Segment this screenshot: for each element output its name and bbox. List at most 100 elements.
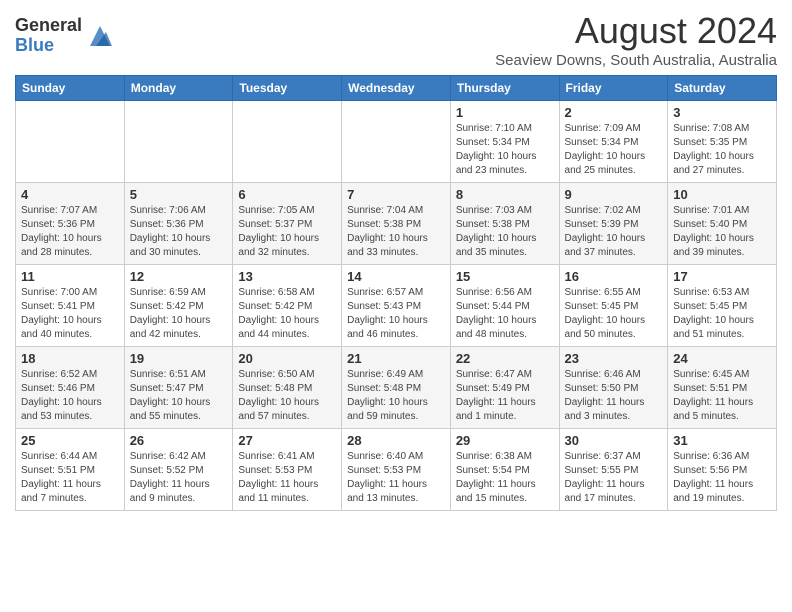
day-info: Sunrise: 6:44 AM Sunset: 5:51 PM Dayligh… (21, 450, 119, 506)
month-title: August 2024 (495, 10, 777, 52)
day-info: Sunrise: 7:01 AM Sunset: 5:40 PM Dayligh… (673, 204, 771, 260)
calendar-cell: 29 Sunrise: 6:38 AM Sunset: 5:54 PM Dayli… (450, 429, 559, 511)
calendar-cell: 15 Sunrise: 6:56 AM Sunset: 5:44 PM Dayli… (450, 265, 559, 347)
day-number: 25 (21, 433, 119, 448)
day-info: Sunrise: 7:06 AM Sunset: 5:36 PM Dayligh… (130, 204, 228, 260)
header-cell-monday: Monday (124, 76, 233, 101)
day-number: 27 (238, 433, 336, 448)
day-number: 2 (565, 105, 663, 120)
day-number: 20 (238, 351, 336, 366)
calendar-cell: 19 Sunrise: 6:51 AM Sunset: 5:47 PM Dayli… (124, 347, 233, 429)
logo-general-text: General (15, 16, 82, 36)
day-info: Sunrise: 7:08 AM Sunset: 5:35 PM Dayligh… (673, 122, 771, 178)
calendar-cell (233, 101, 342, 183)
day-number: 24 (673, 351, 771, 366)
calendar-cell: 28 Sunrise: 6:40 AM Sunset: 5:53 PM Dayli… (342, 429, 451, 511)
day-info: Sunrise: 6:37 AM Sunset: 5:55 PM Dayligh… (565, 450, 663, 506)
calendar-cell (124, 101, 233, 183)
calendar-cell: 1 Sunrise: 7:10 AM Sunset: 5:34 PM Daylig… (450, 101, 559, 183)
day-number: 4 (21, 187, 119, 202)
day-number: 13 (238, 269, 336, 284)
day-number: 11 (21, 269, 119, 284)
calendar-cell: 10Sunrise: 7:01 AM Sunset: 5:40 PM Dayli… (668, 183, 777, 265)
calendar-cell: 5 Sunrise: 7:06 AM Sunset: 5:36 PM Daylig… (124, 183, 233, 265)
calendar-cell: 13 Sunrise: 6:58 AM Sunset: 5:42 PM Dayli… (233, 265, 342, 347)
week-row-1: 1 Sunrise: 7:10 AM Sunset: 5:34 PM Daylig… (16, 101, 777, 183)
week-row-5: 25 Sunrise: 6:44 AM Sunset: 5:51 PM Dayli… (16, 429, 777, 511)
day-info: Sunrise: 6:56 AM Sunset: 5:44 PM Dayligh… (456, 286, 554, 342)
week-row-2: 4 Sunrise: 7:07 AM Sunset: 5:36 PM Daylig… (16, 183, 777, 265)
day-number: 16 (565, 269, 663, 284)
day-info: Sunrise: 7:02 AM Sunset: 5:39 PM Dayligh… (565, 204, 663, 260)
day-info: Sunrise: 6:46 AM Sunset: 5:50 PM Dayligh… (565, 368, 663, 424)
day-info: Sunrise: 6:55 AM Sunset: 5:45 PM Dayligh… (565, 286, 663, 342)
calendar-cell: 22Sunrise: 6:47 AM Sunset: 5:49 PM Dayli… (450, 347, 559, 429)
day-number: 17 (673, 269, 771, 284)
day-info: Sunrise: 6:49 AM Sunset: 5:48 PM Dayligh… (347, 368, 445, 424)
day-number: 19 (130, 351, 228, 366)
calendar-cell: 2 Sunrise: 7:09 AM Sunset: 5:34 PM Daylig… (559, 101, 668, 183)
calendar-cell: 11 Sunrise: 7:00 AM Sunset: 5:41 PM Dayli… (16, 265, 125, 347)
calendar-cell: 31 Sunrise: 6:36 AM Sunset: 5:56 PM Dayli… (668, 429, 777, 511)
day-info: Sunrise: 7:05 AM Sunset: 5:37 PM Dayligh… (238, 204, 336, 260)
week-row-4: 18Sunrise: 6:52 AM Sunset: 5:46 PM Dayli… (16, 347, 777, 429)
calendar-cell: 6Sunrise: 7:05 AM Sunset: 5:37 PM Daylig… (233, 183, 342, 265)
location-title: Seaview Downs, South Australia, Australi… (495, 52, 777, 69)
day-info: Sunrise: 7:07 AM Sunset: 5:36 PM Dayligh… (21, 204, 119, 260)
calendar-cell: 8Sunrise: 7:03 AM Sunset: 5:38 PM Daylig… (450, 183, 559, 265)
day-info: Sunrise: 7:09 AM Sunset: 5:34 PM Dayligh… (565, 122, 663, 178)
calendar-cell: 18Sunrise: 6:52 AM Sunset: 5:46 PM Dayli… (16, 347, 125, 429)
day-number: 15 (456, 269, 554, 284)
day-number: 22 (456, 351, 554, 366)
day-info: Sunrise: 6:40 AM Sunset: 5:53 PM Dayligh… (347, 450, 445, 506)
calendar-cell: 24 Sunrise: 6:45 AM Sunset: 5:51 PM Dayli… (668, 347, 777, 429)
logo-icon (86, 22, 114, 50)
day-info: Sunrise: 6:51 AM Sunset: 5:47 PM Dayligh… (130, 368, 228, 424)
day-info: Sunrise: 6:58 AM Sunset: 5:42 PM Dayligh… (238, 286, 336, 342)
day-number: 29 (456, 433, 554, 448)
day-number: 7 (347, 187, 445, 202)
header-cell-wednesday: Wednesday (342, 76, 451, 101)
day-number: 21 (347, 351, 445, 366)
header-cell-friday: Friday (559, 76, 668, 101)
header-cell-sunday: Sunday (16, 76, 125, 101)
calendar-cell: 20 Sunrise: 6:50 AM Sunset: 5:48 PM Dayli… (233, 347, 342, 429)
day-number: 5 (130, 187, 228, 202)
day-number: 31 (673, 433, 771, 448)
day-number: 28 (347, 433, 445, 448)
calendar-table: SundayMondayTuesdayWednesdayThursdayFrid… (15, 75, 777, 511)
title-area: August 2024 Seaview Downs, South Austral… (495, 10, 777, 69)
header-cell-tuesday: Tuesday (233, 76, 342, 101)
calendar-cell: 7 Sunrise: 7:04 AM Sunset: 5:38 PM Daylig… (342, 183, 451, 265)
day-number: 1 (456, 105, 554, 120)
header-cell-saturday: Saturday (668, 76, 777, 101)
day-info: Sunrise: 7:04 AM Sunset: 5:38 PM Dayligh… (347, 204, 445, 260)
day-info: Sunrise: 6:36 AM Sunset: 5:56 PM Dayligh… (673, 450, 771, 506)
calendar-cell: 3 Sunrise: 7:08 AM Sunset: 5:35 PM Daylig… (668, 101, 777, 183)
day-number: 9 (565, 187, 663, 202)
day-number: 18 (21, 351, 119, 366)
day-info: Sunrise: 7:10 AM Sunset: 5:34 PM Dayligh… (456, 122, 554, 178)
day-number: 3 (673, 105, 771, 120)
calendar-cell: 14 Sunrise: 6:57 AM Sunset: 5:43 PM Dayli… (342, 265, 451, 347)
calendar-cell: 16 Sunrise: 6:55 AM Sunset: 5:45 PM Dayli… (559, 265, 668, 347)
day-info: Sunrise: 6:38 AM Sunset: 5:54 PM Dayligh… (456, 450, 554, 506)
calendar-cell: 26 Sunrise: 6:42 AM Sunset: 5:52 PM Dayli… (124, 429, 233, 511)
day-info: Sunrise: 6:50 AM Sunset: 5:48 PM Dayligh… (238, 368, 336, 424)
day-info: Sunrise: 6:45 AM Sunset: 5:51 PM Dayligh… (673, 368, 771, 424)
header: General Blue August 2024 Seaview Downs, … (15, 10, 777, 69)
day-info: Sunrise: 6:59 AM Sunset: 5:42 PM Dayligh… (130, 286, 228, 342)
calendar-cell: 4 Sunrise: 7:07 AM Sunset: 5:36 PM Daylig… (16, 183, 125, 265)
day-number: 30 (565, 433, 663, 448)
calendar-cell: 17Sunrise: 6:53 AM Sunset: 5:45 PM Dayli… (668, 265, 777, 347)
day-number: 26 (130, 433, 228, 448)
day-info: Sunrise: 6:57 AM Sunset: 5:43 PM Dayligh… (347, 286, 445, 342)
logo: General Blue (15, 16, 114, 56)
header-row: SundayMondayTuesdayWednesdayThursdayFrid… (16, 76, 777, 101)
calendar-cell: 12Sunrise: 6:59 AM Sunset: 5:42 PM Dayli… (124, 265, 233, 347)
day-info: Sunrise: 6:42 AM Sunset: 5:52 PM Dayligh… (130, 450, 228, 506)
week-row-3: 11 Sunrise: 7:00 AM Sunset: 5:41 PM Dayli… (16, 265, 777, 347)
calendar-cell (16, 101, 125, 183)
day-number: 14 (347, 269, 445, 284)
day-info: Sunrise: 7:00 AM Sunset: 5:41 PM Dayligh… (21, 286, 119, 342)
